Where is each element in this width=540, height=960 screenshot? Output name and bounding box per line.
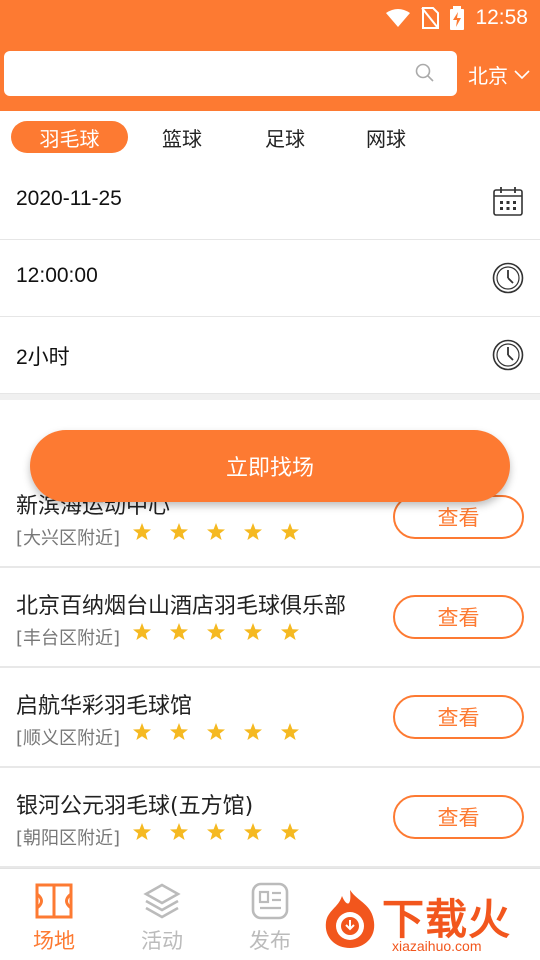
tab-basketball[interactable]: 篮球 xyxy=(140,121,224,153)
star-icon xyxy=(170,623,188,640)
search-icon[interactable] xyxy=(415,63,435,83)
calendar-icon[interactable] xyxy=(492,185,524,217)
nav-label: 发布 xyxy=(249,929,291,953)
section-divider xyxy=(0,394,540,400)
wifi-icon xyxy=(386,9,411,27)
status-bar: 12:58 xyxy=(0,0,540,36)
star-icon xyxy=(281,623,299,640)
sport-tabs: 羽毛球 篮球 足球 网球 xyxy=(0,111,540,165)
venue-area: [大兴区附近] xyxy=(16,528,121,549)
tab-badminton[interactable]: 羽毛球 xyxy=(11,121,128,153)
nav-label: 场地 xyxy=(33,929,75,953)
star-icon xyxy=(207,723,225,740)
nav-item-activity[interactable]: 活动 xyxy=(122,881,202,960)
venue-area: [丰台区附近] xyxy=(16,628,121,649)
tab-football[interactable]: 足球 xyxy=(243,121,327,153)
duration-value: 2小时 xyxy=(16,346,70,369)
venue-list[interactable]: 新滨海运动中心 [大兴区附近] 查看 北京百纳烟台山酒店羽毛球俱乐部 [丰台区附… xyxy=(0,468,540,868)
star-icon xyxy=(281,523,299,540)
battery-charging-icon xyxy=(450,6,465,30)
time-row[interactable]: 12:00:00 xyxy=(0,240,540,317)
venue-area: [顺义区附近] xyxy=(16,728,121,749)
star-icon xyxy=(170,723,188,740)
search-input[interactable] xyxy=(4,51,457,96)
star-icon xyxy=(207,823,225,840)
venue-name: 银河公元羽毛球(五方馆) xyxy=(16,794,254,819)
date-value: 2020-11-25 xyxy=(16,187,122,210)
view-button[interactable]: 查看 xyxy=(393,795,524,839)
publish-icon xyxy=(251,882,289,920)
star-icon xyxy=(244,823,262,840)
star-icon xyxy=(244,523,262,540)
watermark-subtitle: xiazaihuo.com xyxy=(392,938,482,954)
list-item[interactable]: 启航华彩羽毛球馆 [顺义区附近] 查看 xyxy=(0,668,540,768)
star-icon xyxy=(244,623,262,640)
rating-stars xyxy=(132,522,300,542)
no-sim-icon xyxy=(421,7,440,29)
top-bar: 北京 xyxy=(0,36,540,111)
venue-area: [朝阳区附近] xyxy=(16,828,121,849)
rating-stars xyxy=(132,622,300,642)
city-selector[interactable]: 北京 xyxy=(468,60,530,89)
rating-stars xyxy=(132,822,300,842)
nav-label: 活动 xyxy=(141,929,183,953)
star-icon xyxy=(244,723,262,740)
date-row[interactable]: 2020-11-25 xyxy=(0,163,540,240)
tab-tennis[interactable]: 网球 xyxy=(344,121,428,153)
duration-row[interactable]: 2小时 xyxy=(0,317,540,394)
venue-name: 北京百纳烟台山酒店羽毛球俱乐部 xyxy=(16,594,347,619)
chevron-down-icon xyxy=(514,69,530,79)
status-time: 12:58 xyxy=(475,6,528,29)
find-venue-button[interactable]: 立即找场 xyxy=(30,430,510,502)
star-icon xyxy=(207,623,225,640)
status-icons: 12:58 xyxy=(385,4,528,32)
clock-icon[interactable] xyxy=(492,339,524,371)
star-icon xyxy=(133,523,151,540)
star-icon xyxy=(170,823,188,840)
nav-item-publish[interactable]: 发布 xyxy=(230,881,310,960)
city-label: 北京 xyxy=(468,64,508,88)
star-icon xyxy=(281,823,299,840)
watermark: 下载火 xiazaihuo.com xyxy=(318,884,540,960)
star-icon xyxy=(281,723,299,740)
clock-icon[interactable] xyxy=(492,262,524,294)
venue-icon xyxy=(35,883,73,919)
flame-logo-icon xyxy=(325,890,375,948)
view-button[interactable]: 查看 xyxy=(393,595,524,639)
layers-icon xyxy=(143,883,181,919)
list-item[interactable]: 北京百纳烟台山酒店羽毛球俱乐部 [丰台区附近] 查看 xyxy=(0,568,540,668)
list-item[interactable]: 银河公元羽毛球(五方馆) [朝阳区附近] 查看 xyxy=(0,768,540,868)
rating-stars xyxy=(132,722,300,742)
nav-item-venue[interactable]: 场地 xyxy=(14,881,94,960)
star-icon xyxy=(207,523,225,540)
time-value: 12:00:00 xyxy=(16,264,98,287)
star-icon xyxy=(133,723,151,740)
venue-name: 启航华彩羽毛球馆 xyxy=(16,694,193,719)
star-icon xyxy=(133,823,151,840)
star-icon xyxy=(170,523,188,540)
star-icon xyxy=(133,623,151,640)
view-button[interactable]: 查看 xyxy=(393,695,524,739)
